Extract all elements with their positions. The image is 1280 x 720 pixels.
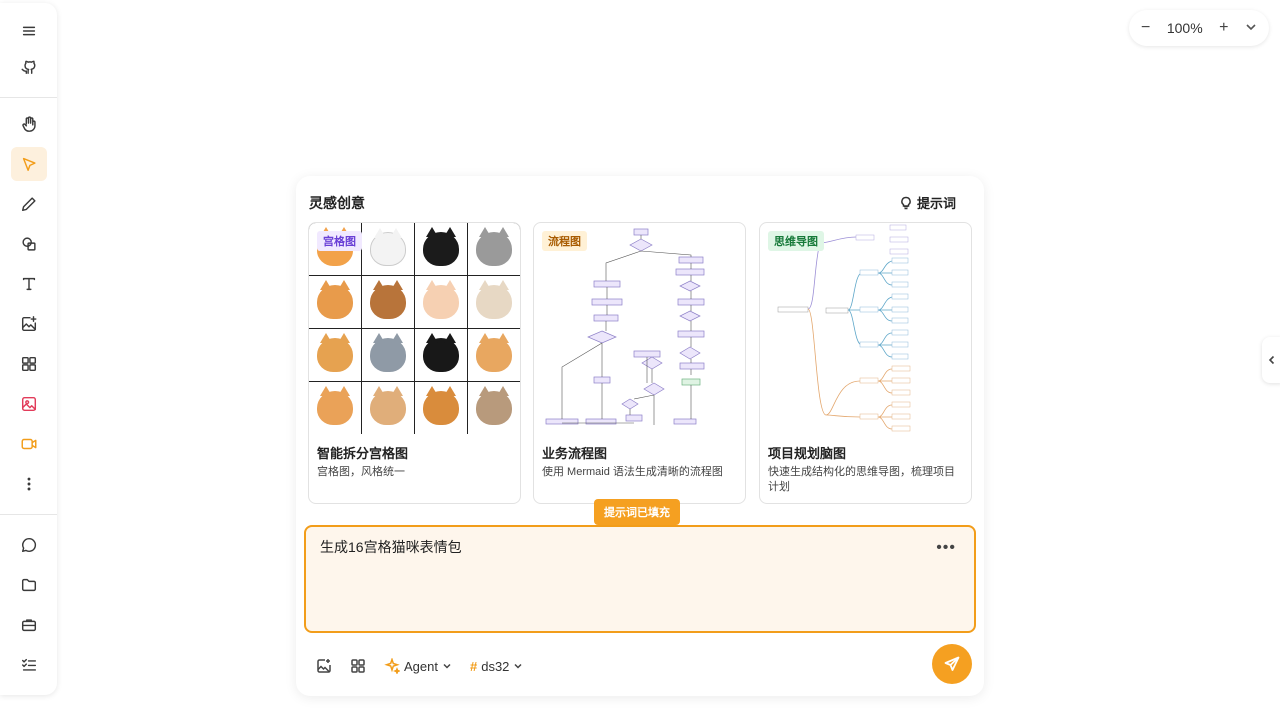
model-selector[interactable]: # ds32 [470, 659, 523, 674]
panel-title: 灵感创意 [309, 195, 365, 211]
hand-icon[interactable] [11, 107, 47, 141]
flowchart-preview [545, 228, 705, 425]
zoom-dropdown-chevron-icon[interactable] [1245, 20, 1257, 36]
inspiration-panel: 灵感创意 提示词 宫格图 智能拆分宫格图 宫格图，风格统一 流程图 业务流程图 … [296, 176, 984, 696]
card-description: 使用 Mermaid 语法生成清晰的流程图 [542, 466, 723, 478]
card-thumbnail [534, 223, 745, 434]
composer-toolbar: Agent # ds32 [316, 654, 523, 678]
card-thumbnail [760, 223, 971, 434]
model-label: ds32 [481, 658, 510, 674]
upload-image-button[interactable] [316, 658, 332, 674]
chevron-down-icon [443, 663, 451, 669]
zoom-in-button[interactable]: + [1219, 19, 1228, 37]
card-description: 快速生成结构化的思维导图，梳理项目计划 [768, 466, 955, 493]
card-tag: 宫格图 [317, 231, 362, 251]
sidebar-toggle-button[interactable] [1262, 337, 1280, 383]
prompt-input-value: 生成16宫格猫咪表情包 [320, 539, 462, 555]
zoom-out-button[interactable]: − [1141, 19, 1150, 37]
left-toolbar [0, 3, 57, 695]
text-icon[interactable] [11, 267, 47, 301]
prompt-tips-button[interactable]: 提示词 [899, 193, 956, 212]
prompt-filled-badge: 提示词已填充 [594, 499, 680, 525]
chevron-down-icon [514, 663, 522, 669]
agent-selector[interactable]: Agent [384, 658, 452, 674]
toolbar-divider [0, 97, 57, 98]
chat-icon[interactable] [11, 528, 47, 562]
template-card-grid[interactable]: 宫格图 智能拆分宫格图 宫格图，风格统一 [308, 222, 521, 504]
card-tag: 思维导图 [768, 231, 824, 251]
prompt-tips-label: 提示词 [916, 196, 956, 211]
video-icon[interactable] [11, 427, 47, 461]
zoom-level: 100% [1166, 20, 1203, 36]
sparkle-icon [384, 658, 400, 674]
agent-label: Agent [404, 658, 438, 674]
card-title: 智能拆分宫格图 [317, 446, 409, 461]
send-button[interactable] [932, 644, 972, 684]
more-vertical-icon[interactable] [11, 467, 47, 501]
toolbar-divider [0, 514, 57, 515]
lightbulb-icon [901, 196, 911, 209]
pen-icon[interactable] [11, 187, 47, 221]
apps-grid-icon[interactable] [11, 347, 47, 381]
templates-button[interactable] [350, 658, 366, 674]
template-card-mindmap[interactable]: 思维导图 项目规划脑图 快速生成结构化的思维导图，梳理项目计划 [759, 222, 972, 504]
folder-icon[interactable] [11, 568, 47, 602]
zoom-control: − 100% + [1129, 10, 1269, 46]
add-image-icon [317, 659, 331, 673]
card-title: 业务流程图 [542, 446, 608, 461]
prompt-input[interactable]: 生成16宫格猫咪表情包 ••• [304, 525, 976, 633]
briefcase-icon[interactable] [11, 608, 47, 642]
hash-icon: # [469, 658, 478, 674]
card-tag: 流程图 [542, 231, 587, 251]
apps-grid-icon [351, 659, 365, 673]
card-title: 项目规划脑图 [768, 446, 847, 461]
send-icon [944, 656, 960, 671]
chevron-left-icon [1268, 355, 1275, 365]
more-options-icon[interactable]: ••• [936, 540, 956, 556]
github-icon[interactable] [11, 50, 47, 84]
mindmap-preview [777, 224, 911, 432]
add-image-icon[interactable] [11, 307, 47, 341]
shapes-icon[interactable] [11, 227, 47, 261]
select-pointer-icon[interactable] [11, 147, 47, 181]
menu-icon[interactable] [11, 14, 47, 48]
card-description: 宫格图，风格统一 [317, 466, 405, 478]
card-thumbnail [309, 223, 520, 434]
task-list-icon[interactable] [11, 648, 47, 682]
image-icon[interactable] [11, 387, 47, 421]
template-card-flowchart[interactable]: 流程图 业务流程图 使用 Mermaid 语法生成清晰的流程图 [533, 222, 746, 504]
